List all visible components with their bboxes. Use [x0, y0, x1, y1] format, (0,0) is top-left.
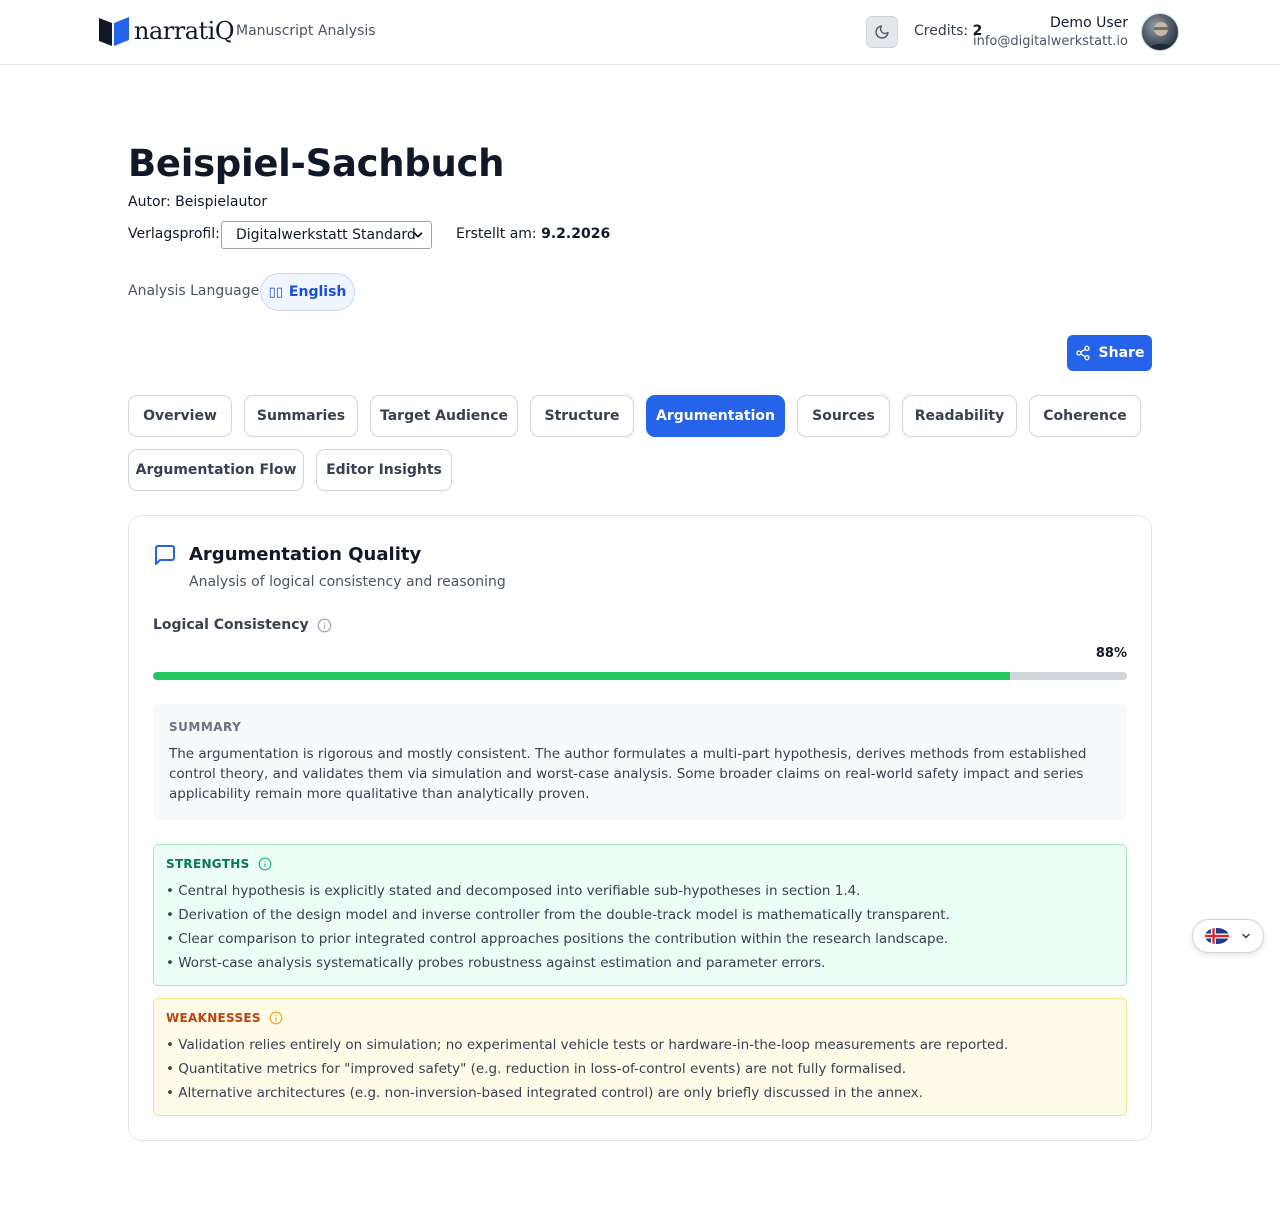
message-square-icon [155, 545, 175, 565]
user-email: info@digitalwerkstatt.io [972, 34, 1128, 49]
top-bar: narratiQ Manuscript Analysis Credits: 2 … [0, 0, 1280, 65]
logo-text: narratiQ [134, 17, 235, 45]
tab-sources[interactable]: Sources [797, 395, 890, 437]
list-item: • Quantitative metrics for "improved saf… [166, 1061, 907, 1077]
created-label: Erstellt am: [456, 226, 537, 242]
share-label: Share [1098, 345, 1145, 361]
metric-label: Logical Consistency [153, 617, 309, 633]
created-value: 9.2.2026 [541, 226, 611, 242]
strengths-heading: STRENGTHS [166, 857, 250, 871]
tab-editor-insights[interactable]: Editor Insights [316, 449, 452, 491]
language-switcher[interactable] [1192, 919, 1264, 953]
tab-coherence[interactable]: Coherence [1029, 395, 1141, 437]
list-item: • Derivation of the design model and inv… [166, 907, 950, 923]
tab-summaries[interactable]: Summaries [244, 395, 358, 437]
user-name: Demo User [1050, 15, 1128, 31]
summary-text: The argumentation is rigorous and mostly… [169, 746, 1087, 802]
avatar[interactable] [1141, 13, 1179, 51]
credits-label: Credits: [914, 23, 969, 39]
strengths-heading-row: STRENGTHS [166, 857, 272, 871]
list-item: • Clear comparison to prior integrated c… [166, 931, 949, 947]
tab-readability[interactable]: Readability [902, 395, 1017, 437]
progress-bar [153, 672, 1127, 680]
progress-fill [153, 672, 1011, 680]
flag-icon: ▯▯ [268, 284, 283, 300]
weaknesses-heading: WEAKNESSES [166, 1011, 261, 1025]
summary-box: SUMMARY The argumentation is rigorous an… [153, 704, 1127, 820]
tab-overview[interactable]: Overview [128, 395, 232, 437]
info-icon[interactable] [269, 1011, 283, 1025]
created-date: Erstellt am: 9.2.2026 [456, 226, 610, 242]
weaknesses-box: WEAKNESSES • Validation relies entirely … [153, 998, 1127, 1116]
tab-argumentation[interactable]: Argumentation [646, 395, 785, 437]
list-item: • Central hypothesis is explicitly state… [166, 883, 861, 899]
tab-structure[interactable]: Structure [530, 395, 634, 437]
metric-value: 88% [1095, 646, 1127, 661]
argumentation-card: Argumentation Quality Analysis of logica… [128, 515, 1152, 1141]
info-icon[interactable] [258, 857, 272, 871]
chevron-down-icon [413, 232, 423, 238]
flag-icon [1205, 928, 1229, 944]
tab-target-audience[interactable]: Target Audience [370, 395, 518, 437]
share-icon [1075, 345, 1090, 361]
theme-toggle-button[interactable] [866, 16, 898, 48]
analysis-language-value: English [288, 284, 347, 300]
app-subtitle: Manuscript Analysis [236, 23, 376, 39]
profile-label: Verlagsprofil: [128, 226, 220, 242]
strengths-list: • Central hypothesis is explicitly state… [166, 881, 950, 977]
strengths-box: STRENGTHS • Central hypothesis is explic… [153, 844, 1127, 986]
summary-heading: SUMMARY [169, 720, 242, 734]
tab-argumentation-flow[interactable]: Argumentation Flow [128, 449, 304, 491]
weaknesses-list: • Validation relies entirely on simulati… [166, 1035, 1008, 1107]
avatar-image-icon [1147, 22, 1175, 50]
book-logo-icon [99, 17, 129, 46]
share-button[interactable]: Share [1067, 335, 1152, 371]
weaknesses-heading-row: WEAKNESSES [166, 1011, 283, 1025]
metric-label-row: Logical Consistency [153, 617, 332, 633]
analysis-language-label: Analysis Language: [128, 283, 264, 299]
list-item: • Alternative architectures (e.g. non-in… [166, 1085, 923, 1101]
card-title: Argumentation Quality [189, 544, 422, 565]
author-line: Autor: Beispielautor [128, 194, 268, 210]
analysis-language-pill[interactable]: ▯▯ English [260, 273, 355, 311]
list-item: • Validation relies entirely on simulati… [166, 1037, 1009, 1053]
page-title: Beispiel-Sachbuch [128, 142, 505, 185]
chevron-down-icon [1242, 933, 1250, 939]
publisher-profile-select[interactable]: Digitalwerkstatt Standard [221, 221, 432, 249]
moon-icon [875, 25, 889, 39]
list-item: • Worst-case analysis systematically pro… [166, 955, 826, 971]
profile-select-value: Digitalwerkstatt Standard [236, 227, 416, 243]
logo[interactable]: narratiQ [98, 15, 235, 47]
card-subtitle: Analysis of logical consistency and reas… [189, 574, 506, 590]
info-icon[interactable] [317, 618, 332, 633]
